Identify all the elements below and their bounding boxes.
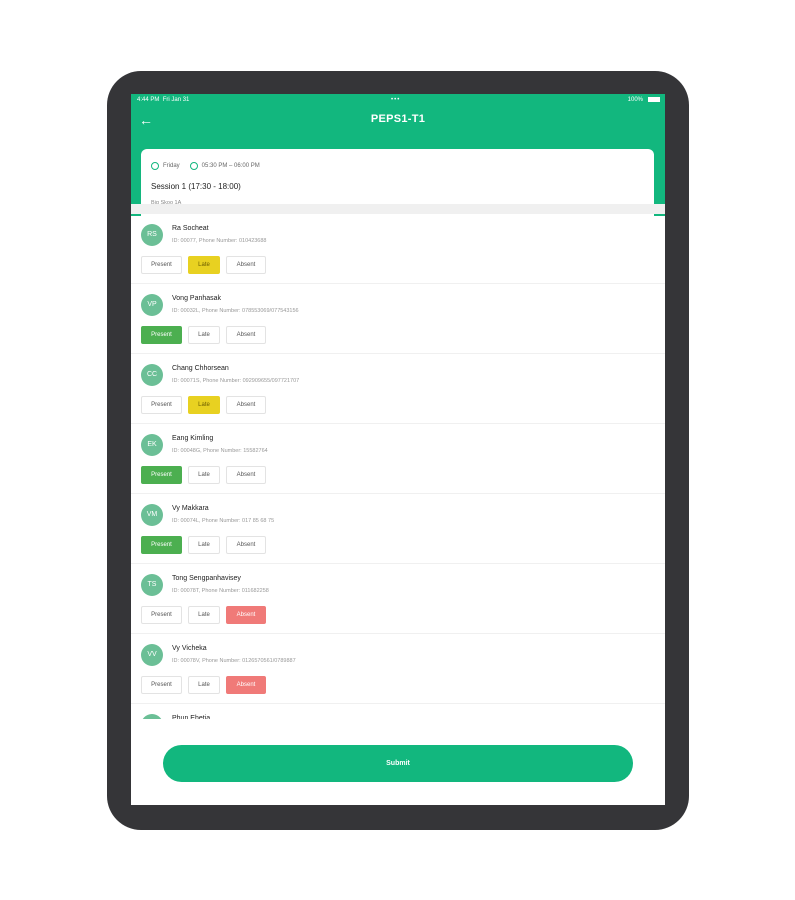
student-name: Eang Kimling xyxy=(172,435,214,442)
student-avatar: VV xyxy=(141,644,163,666)
attendance-buttons: Present Late Absent xyxy=(141,396,272,414)
student-info: ID: 00077, Phone Number: 010423688 xyxy=(172,238,267,244)
student-row: VV Vy Vicheka ID: 00078V, Phone Number: 01… xyxy=(131,634,665,704)
session-meta: Friday 05:30 PM – 06:00 PM xyxy=(151,160,270,172)
student-info: ID: 00071S, Phone Number: 092909655/0977… xyxy=(172,378,300,384)
late-button[interactable]: Late xyxy=(188,606,220,624)
absent-button[interactable]: Absent xyxy=(226,256,266,274)
student-name: Phun Ehetia xyxy=(172,715,211,719)
attendance-buttons: Present Late Absent xyxy=(141,466,272,484)
header: ← PEPS1-T1 Friday 05:30 PM – 06:00 PM Se… xyxy=(131,106,665,216)
student-name: Vong Panhasak xyxy=(172,295,222,302)
student-name: Ra Socheat xyxy=(172,225,209,232)
student-row: RS Ra Socheat ID: 00077, Phone Number: 010… xyxy=(131,214,665,284)
attendance-buttons: Present Late Absent xyxy=(141,536,272,554)
attendance-buttons: Present Late Absent xyxy=(141,256,272,274)
app-screen: 4:44 PM Fri Jan 31 ••• 100% ← PEPS1-T1 F… xyxy=(131,94,665,805)
student-avatar: RS xyxy=(141,224,163,246)
student-row: TS Tong Sengpanhavisey ID: 00078T, Phone N… xyxy=(131,564,665,634)
absent-button[interactable]: Absent xyxy=(226,536,266,554)
late-button[interactable]: Late xyxy=(188,326,220,344)
student-avatar: VM xyxy=(141,504,163,526)
battery-icon xyxy=(648,97,660,102)
student-name: Chang Chhorsean xyxy=(172,365,229,372)
present-button[interactable]: Present xyxy=(141,536,182,554)
absent-button[interactable]: Absent xyxy=(226,676,266,694)
student-row: EK Eang Kimling ID: 00048G, Phone Number: … xyxy=(131,424,665,494)
student-avatar: VP xyxy=(141,294,163,316)
present-button[interactable]: Present xyxy=(141,256,182,274)
attendance-buttons: Present Late Absent xyxy=(141,326,272,344)
session-time: 05:30 PM – 06:00 PM xyxy=(201,163,260,169)
student-row: VM Vy Makkara ID: 00074L, Phone Number: 01… xyxy=(131,494,665,564)
status-clock: 4:44 PM xyxy=(137,97,160,103)
absent-button[interactable]: Absent xyxy=(226,396,266,414)
absent-button[interactable]: Absent xyxy=(226,466,266,484)
late-button[interactable]: Late xyxy=(188,676,220,694)
clock-icon xyxy=(189,162,198,170)
student-name: Vy Makkara xyxy=(172,505,209,512)
submit-button[interactable]: Submit xyxy=(163,745,633,782)
student-row: PE Phun Ehetia xyxy=(131,704,665,719)
student-avatar: EK xyxy=(141,434,163,456)
student-info: ID: 00078V, Phone Number: 0126570561/078… xyxy=(172,658,296,664)
present-button[interactable]: Present xyxy=(141,396,182,414)
status-time: 4:44 PM Fri Jan 31 xyxy=(137,94,189,106)
student-row: CC Chang Chhorsean ID: 00071S, Phone Numbe… xyxy=(131,354,665,424)
student-row: VP Vong Panhasak ID: 00032L, Phone Number:… xyxy=(131,284,665,354)
student-info: ID: 00078T, Phone Number: 011682258 xyxy=(172,588,269,594)
late-button[interactable]: Late xyxy=(188,536,220,554)
student-info: ID: 00074L, Phone Number: 017 85 68 75 xyxy=(172,518,275,524)
absent-button[interactable]: Absent xyxy=(226,606,266,624)
student-info: ID: 00032L, Phone Number: 078553069/0775… xyxy=(172,308,299,314)
calendar-icon xyxy=(151,162,159,170)
student-avatar: TS xyxy=(141,574,163,596)
late-button[interactable]: Late xyxy=(188,466,220,484)
multitask-dots: ••• xyxy=(391,97,401,103)
student-avatar: CC xyxy=(141,364,163,386)
battery-percent: 100% xyxy=(627,97,643,103)
attendance-buttons: Present Late Absent xyxy=(141,676,272,694)
student-avatar: PE xyxy=(141,714,163,719)
status-bar: 4:44 PM Fri Jan 31 ••• 100% xyxy=(131,94,665,106)
session-name: Session 1 (17:30 - 18:00) xyxy=(151,182,241,191)
student-name: Vy Vicheka xyxy=(172,645,207,652)
page-title: PEPS1-T1 xyxy=(370,113,426,125)
student-list[interactable]: RS Ra Socheat ID: 00077, Phone Number: 010… xyxy=(131,214,665,719)
present-button[interactable]: Present xyxy=(141,466,182,484)
present-button[interactable]: Present xyxy=(141,326,182,344)
late-button[interactable]: Late xyxy=(188,396,220,414)
late-button[interactable]: Late xyxy=(188,256,220,274)
present-button[interactable]: Present xyxy=(141,676,182,694)
student-name: Tong Sengpanhavisey xyxy=(172,575,241,582)
session-day: Friday xyxy=(163,163,180,169)
student-info: ID: 00048G, Phone Number: 15582764 xyxy=(172,448,268,454)
attendance-buttons: Present Late Absent xyxy=(141,606,272,624)
absent-button[interactable]: Absent xyxy=(226,326,266,344)
present-button[interactable]: Present xyxy=(141,606,182,624)
section-divider xyxy=(131,204,665,214)
status-date: Fri Jan 31 xyxy=(162,97,190,103)
